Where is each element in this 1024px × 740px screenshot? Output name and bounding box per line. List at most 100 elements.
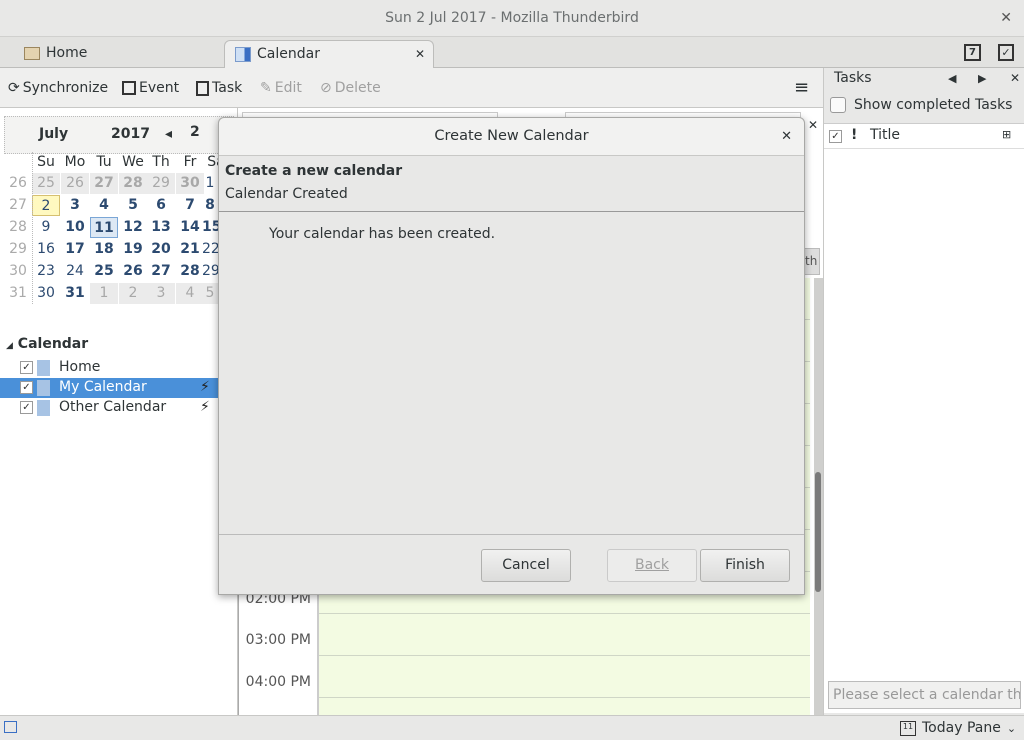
- checkbox[interactable]: [830, 97, 846, 113]
- day-cell[interactable]: 1: [90, 283, 118, 304]
- calendar-list-item[interactable]: ✓ Other Calendar ⚡: [0, 398, 218, 418]
- calendar-checkbox[interactable]: ✓: [20, 381, 33, 394]
- weekday-label: Fr: [183, 154, 197, 170]
- today-button[interactable]: 2: [190, 124, 200, 140]
- dialog-close-button[interactable]: ✕: [781, 118, 792, 155]
- previous-icon[interactable]: ◀: [948, 72, 956, 85]
- show-completed-checkbox[interactable]: Show completed Tasks: [830, 97, 1012, 113]
- day-cell[interactable]: 4: [176, 283, 204, 304]
- title-column-header[interactable]: Title: [870, 127, 900, 143]
- day-cell[interactable]: 18: [90, 239, 118, 260]
- synchronize-button[interactable]: ⟳ Synchronize: [8, 78, 108, 98]
- day-cell[interactable]: 26: [61, 173, 89, 194]
- close-pane-icon[interactable]: ✕: [1010, 71, 1020, 85]
- day-cell[interactable]: 13: [147, 217, 175, 238]
- day-cell[interactable]: 2: [119, 283, 147, 304]
- previous-month-button[interactable]: ◂: [165, 126, 172, 142]
- calendar-mode-icon[interactable]: 7: [964, 44, 981, 61]
- time-label: 04:00 PM: [245, 674, 311, 690]
- sync-icon: ⟳: [8, 80, 20, 96]
- day-cell[interactable]: 6: [147, 195, 175, 216]
- column-picker-icon[interactable]: ⊞: [1002, 128, 1011, 141]
- day-cell[interactable]: 31: [61, 283, 89, 304]
- label: Calendar: [17, 336, 89, 352]
- day-cell[interactable]: 19: [119, 239, 147, 260]
- day-cell[interactable]: 2: [32, 195, 60, 216]
- back-button[interactable]: Back: [607, 549, 697, 582]
- calendar-checkbox[interactable]: ✓: [20, 361, 33, 374]
- day-cell[interactable]: 7: [176, 195, 204, 216]
- label: Task: [212, 80, 243, 96]
- day-cell[interactable]: 21: [176, 239, 204, 260]
- tab-close-button[interactable]: ✕: [415, 41, 425, 67]
- day-cell[interactable]: 23: [32, 261, 60, 282]
- close-icon[interactable]: ✕: [808, 118, 818, 132]
- day-cell[interactable]: 29: [147, 173, 175, 194]
- completed-column-icon[interactable]: ✓: [829, 130, 842, 143]
- calendar-checkbox[interactable]: ✓: [20, 401, 33, 414]
- new-event-button[interactable]: Event: [122, 78, 179, 98]
- view-tab-month[interactable]: th: [804, 248, 820, 275]
- next-icon[interactable]: ▶: [978, 72, 986, 85]
- new-event-icon: [122, 81, 136, 95]
- day-cell[interactable]: 27: [147, 261, 175, 282]
- calendar-list-header[interactable]: ◢ Calendar: [6, 336, 88, 352]
- scrollbar-thumb[interactable]: [815, 472, 821, 592]
- quick-add-task-input[interactable]: Please select a calendar that: [828, 681, 1021, 709]
- day-cell[interactable]: 10: [61, 217, 89, 238]
- day-cell[interactable]: 22: [202, 239, 218, 260]
- day-cell[interactable]: 5: [202, 283, 218, 304]
- tab-calendar[interactable]: Calendar ✕: [224, 40, 434, 68]
- day-cell[interactable]: 25: [32, 173, 60, 194]
- day-cell[interactable]: 5: [119, 195, 147, 216]
- day-cell[interactable]: 26: [119, 261, 147, 282]
- wizard-heading: Create a new calendar: [225, 163, 403, 179]
- calendar-list-item[interactable]: ✓ Home: [0, 358, 218, 378]
- wizard-subheading: Calendar Created: [225, 186, 348, 202]
- tasks-mode-icon[interactable]: ✓: [998, 44, 1014, 61]
- day-cell[interactable]: 12: [119, 217, 147, 238]
- delete-button[interactable]: ⊘ Delete: [320, 78, 381, 98]
- day-cell[interactable]: 9: [32, 217, 60, 238]
- day-cell[interactable]: 14: [176, 217, 204, 238]
- day-cell[interactable]: 4: [90, 195, 118, 216]
- day-cell[interactable]: 16: [32, 239, 60, 260]
- day-cell[interactable]: 20: [147, 239, 175, 260]
- year-label[interactable]: 2017: [111, 126, 150, 142]
- label: Event: [139, 80, 180, 96]
- day-cell[interactable]: 25: [90, 261, 118, 282]
- priority-column-icon[interactable]: !: [851, 127, 857, 143]
- day-cell[interactable]: 8: [202, 195, 218, 216]
- day-cell[interactable]: 29: [202, 261, 218, 282]
- edit-button[interactable]: ✎ Edit: [260, 78, 302, 98]
- delete-icon: ⊘: [320, 80, 332, 96]
- day-cell[interactable]: 1: [202, 173, 218, 194]
- day-cell[interactable]: 3: [61, 195, 89, 216]
- plug-icon: ⚡: [200, 379, 210, 395]
- month-label[interactable]: July: [39, 126, 68, 142]
- day-cell[interactable]: 30: [176, 173, 204, 194]
- day-cell[interactable]: 27: [90, 173, 118, 194]
- day-cell[interactable]: 24: [61, 261, 89, 282]
- day-cell[interactable]: 28: [119, 173, 147, 194]
- finish-button[interactable]: Finish: [700, 549, 790, 582]
- day-cell[interactable]: 3: [147, 283, 175, 304]
- cancel-button[interactable]: Cancel: [481, 549, 571, 582]
- weekday-label: Tu: [96, 154, 112, 170]
- status-bar: 11 Today Pane ⌄: [0, 715, 1024, 740]
- weekday-label: We: [122, 154, 144, 170]
- day-cell[interactable]: 30: [32, 283, 60, 304]
- create-calendar-dialog: Create New Calendar ✕ Create a new calen…: [218, 117, 805, 595]
- day-cell[interactable]: 11: [90, 217, 118, 238]
- tab-home[interactable]: Home: [0, 40, 226, 68]
- app-menu-button[interactable]: ≡: [794, 78, 809, 98]
- day-cell[interactable]: 17: [61, 239, 89, 260]
- today-pane-button[interactable]: 11 Today Pane ⌄: [900, 720, 1016, 736]
- week-number: 31: [9, 285, 27, 301]
- new-task-button[interactable]: Task: [196, 78, 242, 98]
- calendar-list-item[interactable]: ✓ My Calendar ⚡: [0, 378, 218, 398]
- scrollbar[interactable]: [814, 278, 823, 715]
- day-cell[interactable]: 28: [176, 261, 204, 282]
- day-cell[interactable]: 15: [202, 217, 218, 238]
- window-close-button[interactable]: ✕: [1000, 0, 1012, 36]
